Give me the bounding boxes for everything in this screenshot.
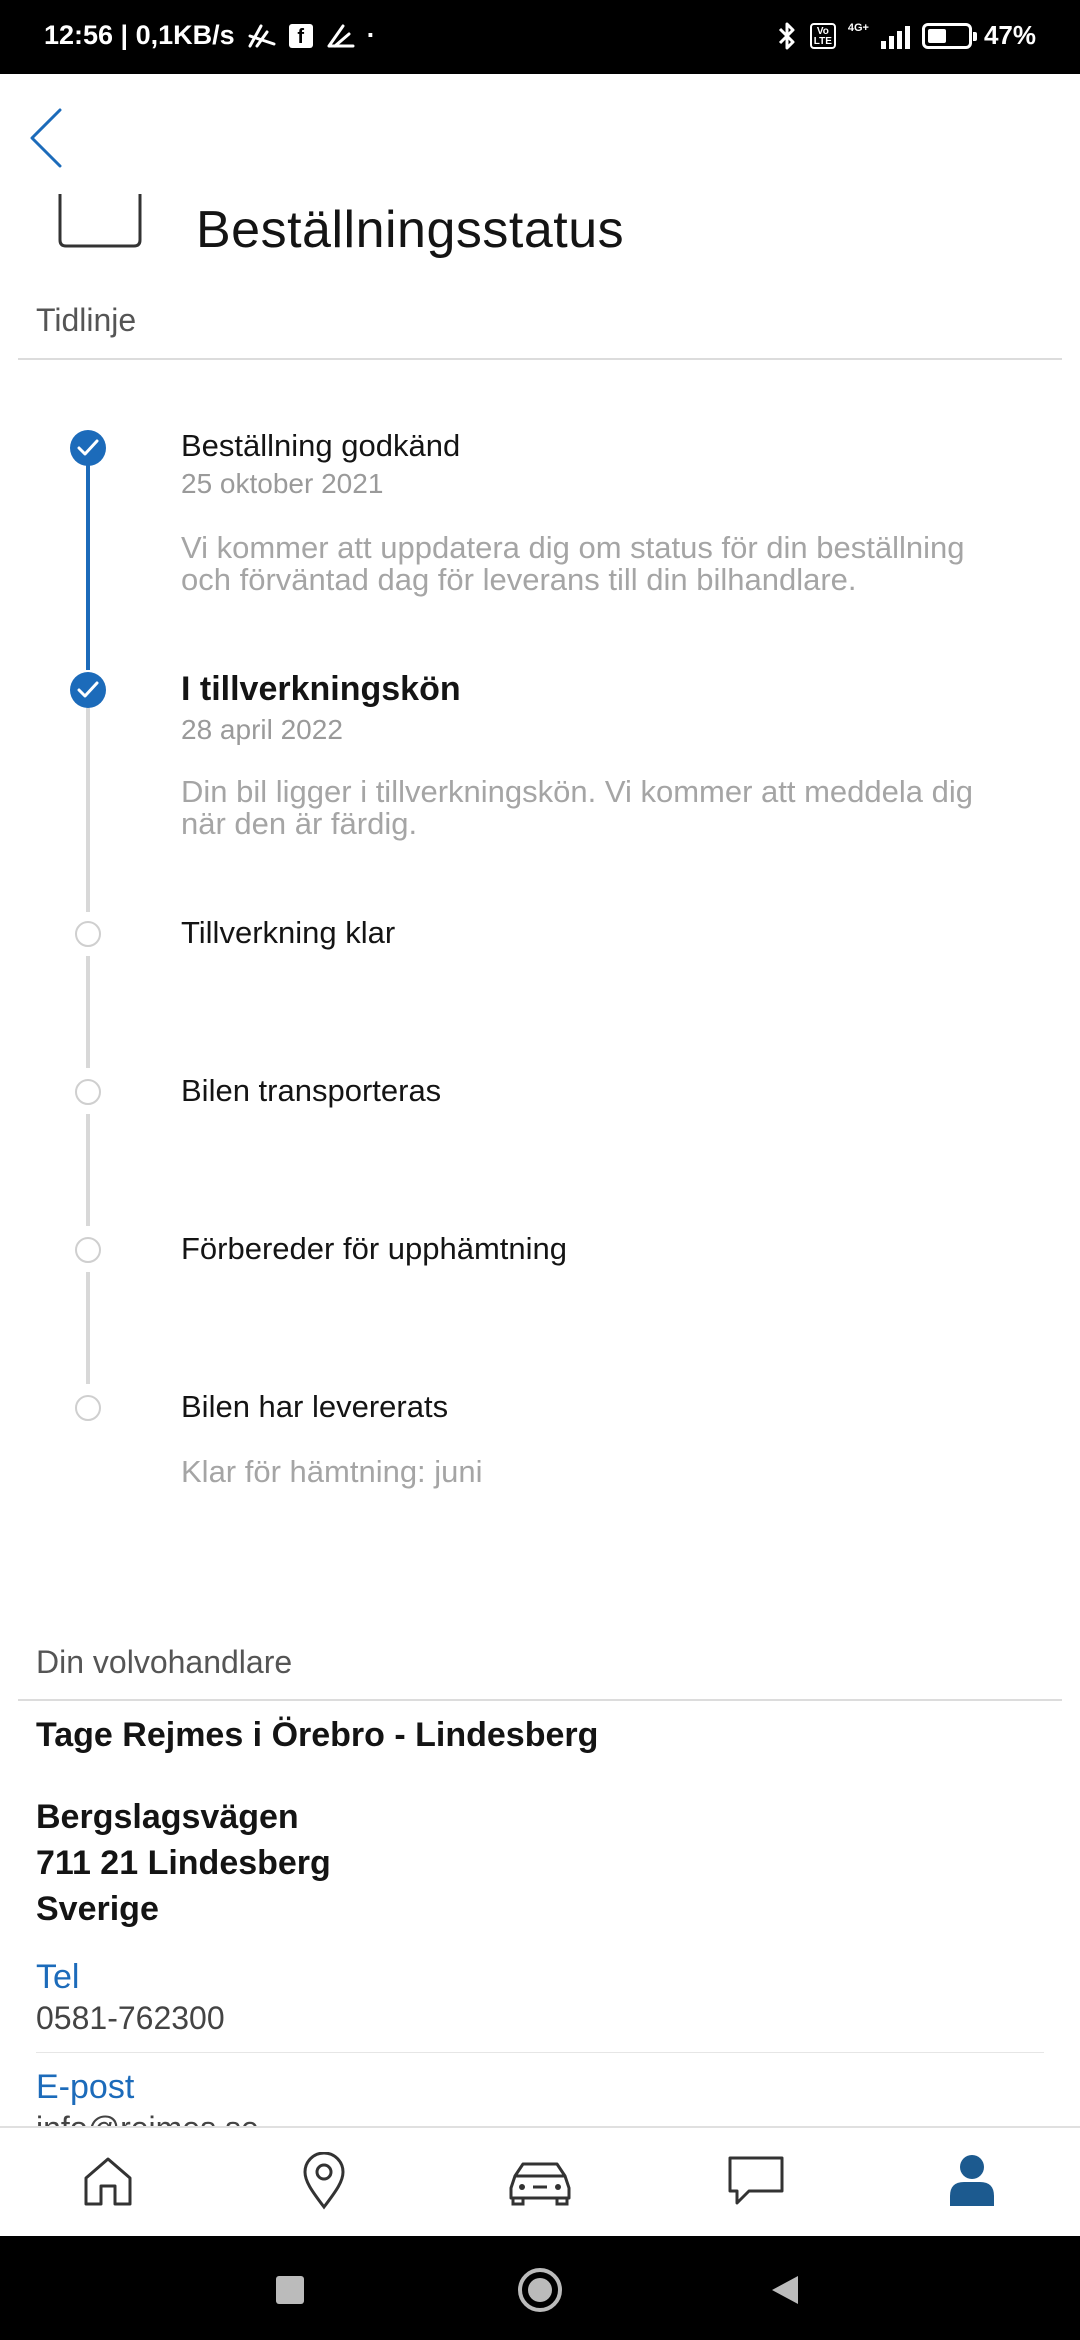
network-type: 4G+ (847, 21, 869, 34)
step-title: Bilen har levererats (181, 1389, 449, 1424)
home-icon (84, 2157, 132, 2206)
step-title: Tillverkning klar (181, 915, 396, 950)
car-icon (509, 2162, 571, 2206)
dealer-address-country: Sverige (36, 1890, 159, 1928)
step-pending-icon (75, 1395, 101, 1421)
step-date: 25 oktober 2021 (181, 468, 384, 499)
step-pending-icon (75, 1079, 101, 1105)
status-time-speed: 12:56 | 0,1KB/s (44, 20, 235, 50)
recents-square-icon[interactable] (276, 2276, 304, 2304)
dealer-divider (18, 1699, 1062, 1701)
nav-location[interactable] (289, 2146, 359, 2216)
timeline-line-pending (86, 706, 90, 912)
dealer-address-city: 711 21 Lindesberg (36, 1844, 331, 1882)
bluetooth-icon (778, 22, 795, 49)
dealer-name: Tage Rejmes i Örebro - Lindesberg (36, 1716, 599, 1754)
airplane-signal-icon (248, 24, 276, 47)
timeline-line-pending (86, 956, 90, 1068)
step-title: Beställning godkänd (181, 428, 461, 463)
email-label: E-post (36, 2068, 135, 2106)
chat-icon (728, 2156, 784, 2205)
back-button[interactable] (22, 100, 92, 176)
battery-percent: 47% (983, 20, 1036, 50)
step-title: Förbereder för upphämtning (181, 1231, 568, 1266)
step-pending-icon (75, 1237, 101, 1263)
profile-icon (950, 2155, 994, 2206)
email-value[interactable]: info@rejmes.se (36, 2110, 259, 2126)
status-left: 12:56 | 0,1KB/s f · (44, 20, 376, 51)
status-right: Vo LTE 4G+ 47% (776, 20, 1036, 51)
nav-chat[interactable] (721, 2146, 791, 2216)
tel-value[interactable]: 0581-762300 (36, 2000, 225, 2037)
contact-divider (36, 2052, 1044, 2053)
notification-icon (327, 24, 355, 47)
timeline-line-pending (86, 1272, 90, 1384)
order-box-icon (58, 194, 142, 248)
step-done-check-icon (70, 672, 106, 708)
timeline-divider (18, 358, 1062, 360)
tel-label: Tel (36, 1958, 80, 1996)
dealer-address-street: Bergslagsvägen (36, 1798, 299, 1836)
email-clip: info@rejmes.se (0, 2110, 1080, 2126)
location-pin-icon (303, 2152, 345, 2210)
signal-icon (880, 23, 910, 49)
battery-icon (921, 22, 977, 49)
timeline-line-pending (86, 1114, 90, 1226)
step-title-current: I tillverkningskön (181, 670, 461, 708)
bottom-nav (0, 2126, 1080, 2236)
chevron-left-icon (30, 108, 62, 168)
status-bar: 12:56 | 0,1KB/s f · Vo LTE 4G+ 47% (0, 0, 1080, 74)
step-description: Din bil ligger i tillverkningskön. Vi ko… (181, 774, 973, 841)
step-note: Klar för hämtning: juni (181, 1454, 483, 1489)
step-pending-icon (75, 921, 101, 947)
page-title: Beställningsstatus (196, 201, 625, 259)
home-circle-icon[interactable] (518, 2268, 562, 2312)
system-nav-bar (0, 2236, 1080, 2340)
dealer-label: Din volvohandlare (36, 1644, 293, 1680)
step-description: Vi kommer att uppdatera dig om status fö… (181, 530, 965, 597)
step-date: 28 april 2022 (181, 714, 343, 745)
facebook-icon: f (288, 23, 313, 48)
nav-profile[interactable] (937, 2146, 1007, 2216)
volte-icon: Vo LTE (809, 22, 836, 49)
timeline-line-done (86, 460, 90, 670)
status-dot: · (366, 20, 376, 50)
nav-car[interactable] (505, 2146, 575, 2216)
timeline-label: Tidlinje (36, 302, 137, 338)
step-done-check-icon (70, 430, 106, 466)
nav-home[interactable] (73, 2146, 143, 2216)
back-triangle-icon[interactable] (770, 2274, 800, 2306)
step-title: Bilen transporteras (181, 1073, 442, 1108)
